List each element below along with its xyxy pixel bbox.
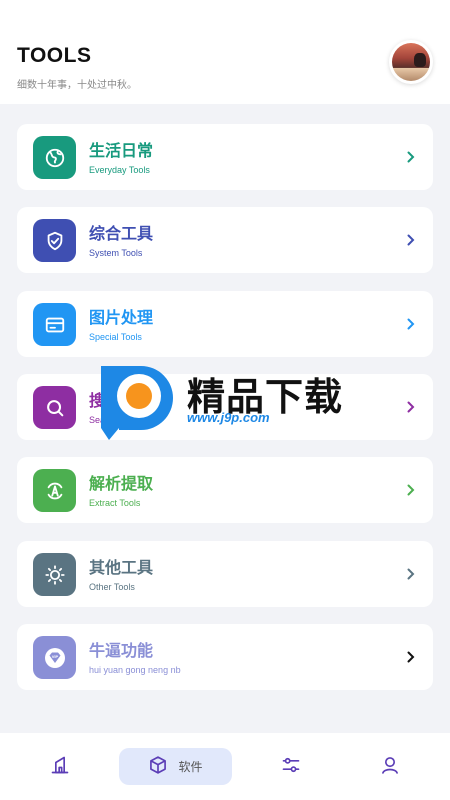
chevron-right-icon — [403, 148, 419, 166]
user-icon — [380, 755, 400, 779]
category-subtitle: Everyday Tools — [89, 165, 150, 175]
category-subtitle: Other Tools — [89, 582, 135, 592]
nav-software-label: 软件 — [178, 760, 203, 774]
category-card-system[interactable]: 综合工具 System Tools — [17, 207, 433, 273]
category-subtitle: System Tools — [89, 248, 143, 258]
extract-icon — [33, 469, 76, 512]
category-card-search[interactable]: 搜索资源 Search Tools — [17, 374, 433, 440]
globe-icon — [33, 136, 76, 179]
app-header: TOOLS 细数十年事，十处过中秋。 — [0, 0, 450, 104]
sun-gear-icon — [33, 553, 76, 596]
category-title: 综合工具 — [89, 224, 154, 243]
category-subtitle: Special Tools — [89, 332, 142, 342]
search-icon — [33, 386, 76, 429]
chevron-right-icon — [403, 315, 419, 333]
svg-text:VIP: VIP — [51, 654, 58, 659]
home-icon — [50, 755, 70, 779]
category-subtitle: Search Tools — [89, 415, 141, 425]
sliders-icon — [281, 755, 301, 779]
vip-diamond-icon: VIP — [33, 636, 76, 679]
category-card-other[interactable]: 其他工具 Other Tools — [17, 541, 433, 607]
category-card-everyday[interactable]: 生活日常 Everyday Tools — [17, 124, 433, 190]
category-card-extract[interactable]: 解析提取 Extract Tools — [17, 457, 433, 523]
category-title: 图片处理 — [89, 308, 154, 327]
category-title: 牛逼功能 — [89, 641, 154, 660]
avatar-image — [392, 43, 430, 81]
chevron-right-icon — [403, 565, 419, 583]
card-icon — [33, 303, 76, 346]
category-card-image[interactable]: 图片处理 Special Tools — [17, 291, 433, 357]
category-subtitle: hui yuan gong neng nb — [89, 665, 181, 675]
cube-icon — [148, 755, 168, 779]
category-card-vip[interactable]: VIP 牛逼功能 hui yuan gong neng nb — [17, 624, 433, 690]
nav-home[interactable] — [40, 748, 80, 785]
page-title: TOOLS — [17, 44, 92, 67]
category-title: 其他工具 — [89, 558, 154, 577]
chevron-right-icon — [403, 648, 419, 666]
chevron-right-icon — [403, 481, 419, 499]
chevron-right-icon — [403, 398, 419, 416]
bottom-nav: 软件 — [0, 733, 450, 800]
chevron-right-icon — [403, 231, 419, 249]
page-subtitle: 细数十年事，十处过中秋。 — [17, 80, 137, 91]
avatar[interactable] — [389, 40, 433, 84]
category-subtitle: Extract Tools — [89, 498, 141, 508]
category-title: 解析提取 — [89, 474, 154, 493]
category-title: 生活日常 — [89, 141, 154, 160]
nav-settings[interactable] — [271, 748, 311, 785]
category-title: 搜索资源 — [89, 391, 154, 410]
nav-profile[interactable] — [370, 748, 410, 785]
shield-check-icon — [33, 219, 76, 262]
nav-software[interactable]: 软件 — [119, 748, 232, 785]
